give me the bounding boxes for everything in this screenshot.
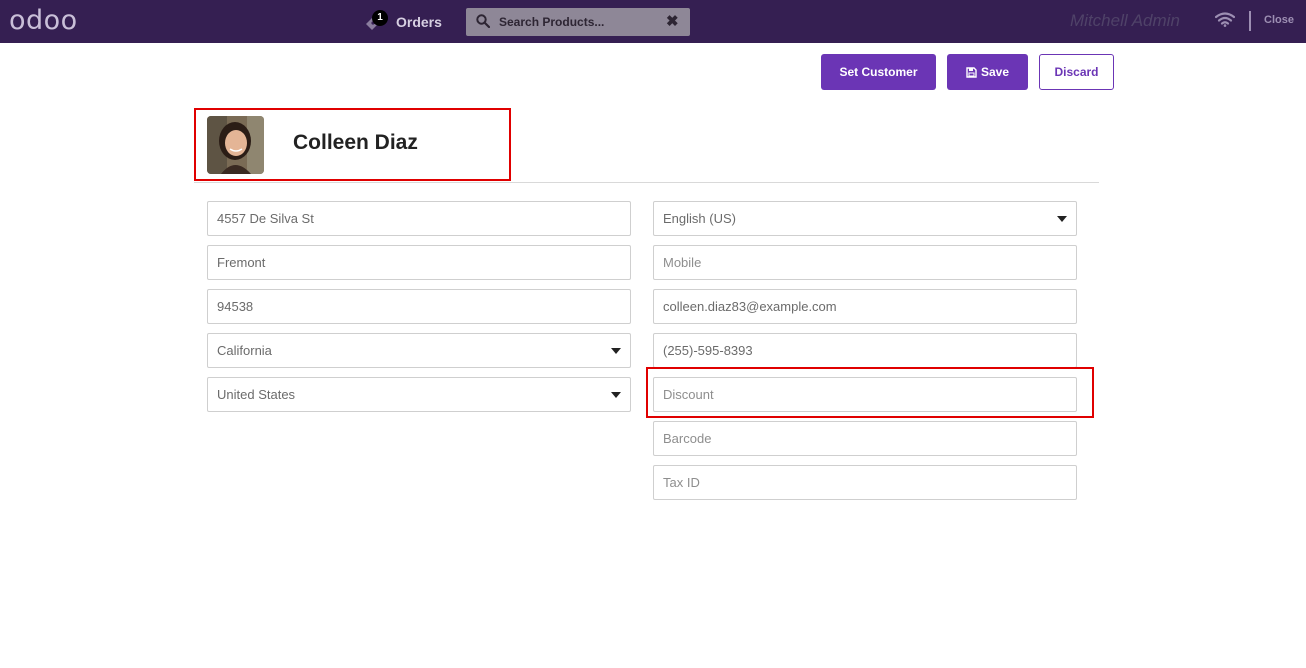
set-customer-label: Set Customer — [839, 65, 918, 79]
chevron-down-icon — [611, 347, 621, 354]
wifi-icon — [1214, 12, 1236, 32]
city-field[interactable] — [207, 245, 631, 280]
chevron-down-icon — [611, 391, 621, 398]
search-products-input[interactable] — [499, 12, 659, 32]
discard-label: Discard — [1054, 65, 1099, 79]
language-value: English (US) — [663, 211, 736, 226]
search-icon — [476, 14, 491, 33]
orders-label: Orders — [396, 14, 442, 30]
close-button[interactable]: Close — [1264, 14, 1294, 26]
save-label: Save — [980, 65, 1010, 79]
zip-field[interactable] — [207, 289, 631, 324]
orders-count-badge: 1 — [372, 10, 388, 26]
odoo-logo: odoo — [9, 5, 78, 36]
email-field[interactable] — [653, 289, 1077, 324]
search-bar: ✖ — [466, 8, 690, 36]
ticket-icon: 1 — [364, 10, 388, 32]
discount-field[interactable] — [653, 377, 1077, 412]
customer-avatar[interactable] — [207, 116, 264, 174]
language-select[interactable]: English (US) — [653, 201, 1077, 236]
phone-field[interactable] — [653, 333, 1077, 368]
street-field[interactable] — [207, 201, 631, 236]
customer-name[interactable]: Colleen Diaz — [293, 131, 418, 155]
header-separator — [1249, 11, 1251, 31]
clear-search-icon[interactable]: ✖ — [666, 13, 679, 31]
orders-button[interactable]: 1 Orders — [364, 8, 442, 36]
header-divider — [194, 182, 1099, 183]
set-customer-button[interactable]: Set Customer — [821, 54, 936, 90]
country-select[interactable]: United States — [207, 377, 631, 412]
chevron-down-icon — [1057, 215, 1067, 222]
state-value: California — [217, 343, 272, 358]
country-value: United States — [217, 387, 296, 402]
tax-id-field[interactable] — [653, 465, 1077, 500]
mobile-field[interactable] — [653, 245, 1077, 280]
barcode-field[interactable] — [653, 421, 1077, 456]
save-button[interactable]: Save — [947, 54, 1028, 90]
top-bar: odoo 1 Orders ✖ Mitchell Admin — [0, 0, 1306, 43]
floppy-disk-icon — [966, 66, 977, 78]
user-name[interactable]: Mitchell Admin — [1070, 11, 1180, 31]
discard-button[interactable]: Discard — [1039, 54, 1114, 90]
state-select[interactable]: California — [207, 333, 631, 368]
